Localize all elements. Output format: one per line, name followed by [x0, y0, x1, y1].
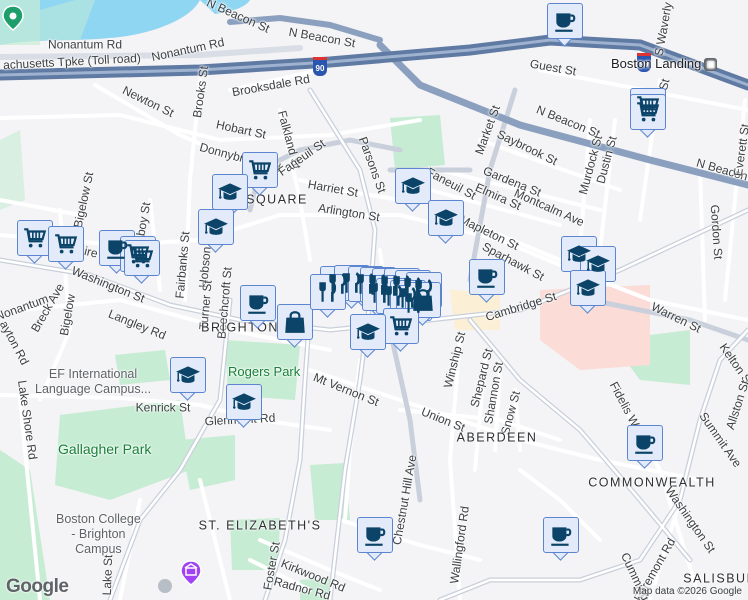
cart-icon: [635, 99, 661, 125]
graduation-cap-marker[interactable]: [198, 209, 234, 255]
coffee-marker[interactable]: [357, 517, 393, 563]
coffee-marker[interactable]: [547, 3, 583, 49]
cart-icon: [53, 231, 79, 257]
poi-label-ef-international[interactable]: EF International Language Campus...: [35, 367, 151, 397]
graduation-cap-icon: [231, 389, 257, 415]
marker-body: [310, 274, 346, 310]
marker-body: [469, 259, 505, 295]
bag-icon: [410, 287, 436, 313]
coffee-icon: [245, 290, 271, 316]
graduation-cap-icon: [175, 362, 201, 388]
graduation-cap-icon: [585, 251, 611, 277]
coffee-icon: [362, 522, 388, 548]
park-label-gallagher-park[interactable]: Gallagher Park: [58, 442, 151, 456]
museum-pin-icon[interactable]: [180, 560, 202, 586]
marker-body: [198, 209, 234, 245]
marker-body: [240, 285, 276, 321]
marker-body: [547, 3, 583, 39]
school-poi-icon[interactable]: [158, 579, 172, 593]
coffee-marker[interactable]: [627, 425, 663, 471]
street-label: Kenrick St: [135, 400, 191, 415]
map-canvas[interactable]: N Beacon St N Beacon St Nonantum Rd Nonantu…: [0, 0, 748, 600]
cart-icon: [129, 245, 155, 271]
coffee-marker[interactable]: [240, 285, 276, 331]
neighborhood-label: ST. ELIZABETH'S: [198, 518, 322, 533]
marker-body: [124, 240, 160, 276]
street-label: Nonantum Rd: [47, 37, 123, 52]
poi-label-boston-college[interactable]: Boston College - Brighton Campus: [56, 512, 141, 557]
graduation-cap-icon: [433, 205, 459, 231]
marker-body: [570, 270, 606, 306]
graduation-cap-icon: [575, 275, 601, 301]
coffee-icon: [632, 430, 658, 456]
graduation-cap-marker[interactable]: [428, 200, 464, 246]
marker-body: [630, 94, 666, 130]
graduation-cap-icon: [203, 214, 229, 240]
marker-body: [428, 200, 464, 236]
cart-marker[interactable]: [48, 226, 84, 272]
coffee-icon: [552, 8, 578, 34]
marker-body: [17, 220, 53, 256]
marker-body: [170, 357, 206, 393]
park-label-rogers-park[interactable]: Rogers Park: [228, 365, 300, 378]
map-attribution[interactable]: Map data ©2026 Google: [630, 586, 744, 597]
cart-marker[interactable]: [124, 240, 160, 286]
graduation-cap-marker[interactable]: [170, 357, 206, 403]
coffee-icon: [548, 522, 574, 548]
interstate-90-shield: 90: [313, 57, 327, 76]
marker-body: [226, 384, 262, 420]
restaurant-icon: [315, 279, 341, 305]
coffee-icon: [474, 264, 500, 290]
marker-body: [242, 152, 278, 188]
marker-body: [277, 304, 313, 340]
marker-body: [357, 517, 393, 553]
marker-body: [383, 308, 419, 344]
marker-body: [212, 174, 248, 210]
bag-marker[interactable]: [277, 304, 313, 350]
station-name: Boston Landing: [611, 56, 702, 71]
coffee-marker[interactable]: [543, 517, 579, 563]
bag-icon: [282, 309, 308, 335]
graduation-cap-marker[interactable]: [395, 168, 431, 214]
marker-body: [350, 314, 386, 350]
cart-marker[interactable]: [383, 308, 419, 354]
graduation-cap-marker[interactable]: [570, 270, 606, 316]
graduation-cap-icon: [355, 319, 381, 345]
google-logo: Google: [6, 576, 69, 597]
neighborhood-label: ABERDEEN: [456, 430, 538, 445]
graduation-cap-icon: [400, 173, 426, 199]
coffee-marker[interactable]: [469, 259, 505, 305]
graduation-cap-marker[interactable]: [226, 384, 262, 430]
cart-marker[interactable]: [630, 94, 666, 140]
cart-icon: [388, 313, 414, 339]
cart-icon: [247, 157, 273, 183]
location-pin-icon[interactable]: [2, 5, 24, 31]
street-label: Lake St: [99, 554, 116, 596]
street-label: Gordon St: [707, 204, 726, 260]
marker-body: [395, 168, 431, 204]
train-station-icon: ▣: [704, 58, 718, 72]
marker-body: [543, 517, 579, 553]
graduation-cap-marker[interactable]: [350, 314, 386, 360]
graduation-cap-icon: [217, 179, 243, 205]
cart-icon: [22, 225, 48, 251]
marker-body: [48, 226, 84, 262]
marker-body: [627, 425, 663, 461]
restaurant-marker[interactable]: [310, 274, 346, 320]
neighborhood-label: SALISBURY: [683, 571, 748, 586]
transit-station-boston-landing[interactable]: Boston Landing ▣: [611, 56, 718, 72]
neighborhood-label: COMMONWEALTH: [588, 475, 716, 490]
